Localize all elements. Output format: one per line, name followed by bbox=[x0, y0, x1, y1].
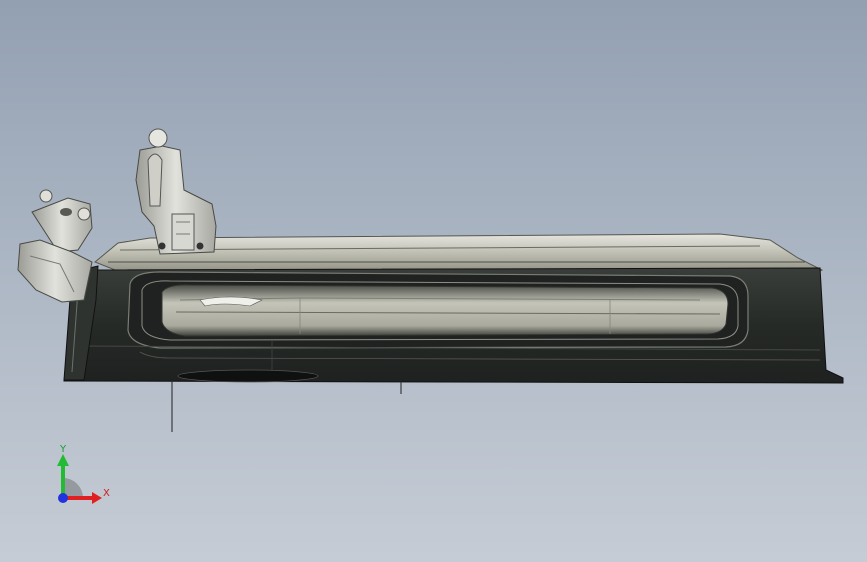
inner-cavity bbox=[161, 284, 729, 337]
left-bracket-arm bbox=[17, 239, 93, 303]
y-axis-arrow bbox=[57, 454, 69, 466]
z-axis-dot bbox=[58, 493, 68, 503]
y-axis-label: Y bbox=[60, 444, 67, 455]
graphics-viewport[interactable]: Y X bbox=[0, 0, 867, 562]
bottom-opening bbox=[177, 369, 319, 383]
x-axis-arrow bbox=[92, 492, 102, 504]
x-axis-label: X bbox=[103, 488, 110, 499]
cad-model[interactable] bbox=[0, 0, 867, 562]
